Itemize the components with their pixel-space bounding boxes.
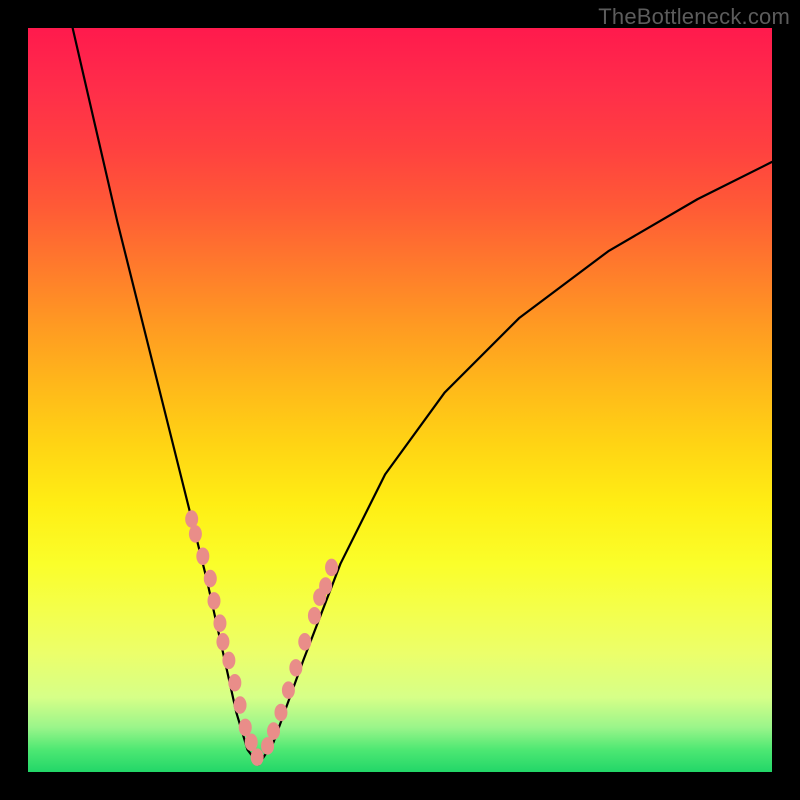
plot-svg <box>28 28 772 772</box>
scatter-dot <box>298 633 311 651</box>
scatter-dot <box>261 737 274 755</box>
scatter-dot <box>189 525 202 543</box>
watermark-text: TheBottleneck.com <box>598 4 790 30</box>
scatter-dot <box>289 659 302 677</box>
scatter-dot <box>274 704 287 722</box>
plot-area <box>28 28 772 772</box>
scatter-dot <box>196 547 209 565</box>
scatter-dot <box>216 633 229 651</box>
scatter-dot <box>245 733 258 751</box>
scatter-dot <box>308 607 321 625</box>
scatter-dot <box>267 722 280 740</box>
scatter-dot <box>325 559 338 577</box>
scatter-dot <box>222 652 235 670</box>
scatter-dot <box>313 588 326 606</box>
scatter-dot <box>251 748 264 766</box>
scatter-dot <box>208 592 221 610</box>
scatter-dot <box>204 570 217 588</box>
scatter-dot <box>282 681 295 699</box>
scatter-dot <box>239 719 252 737</box>
scatter-dot <box>234 696 247 714</box>
scatter-dot <box>185 510 198 528</box>
scatter-dot <box>228 674 241 692</box>
chart-frame: TheBottleneck.com <box>0 0 800 800</box>
scatter-dot <box>213 614 226 632</box>
curve-path <box>73 28 772 765</box>
